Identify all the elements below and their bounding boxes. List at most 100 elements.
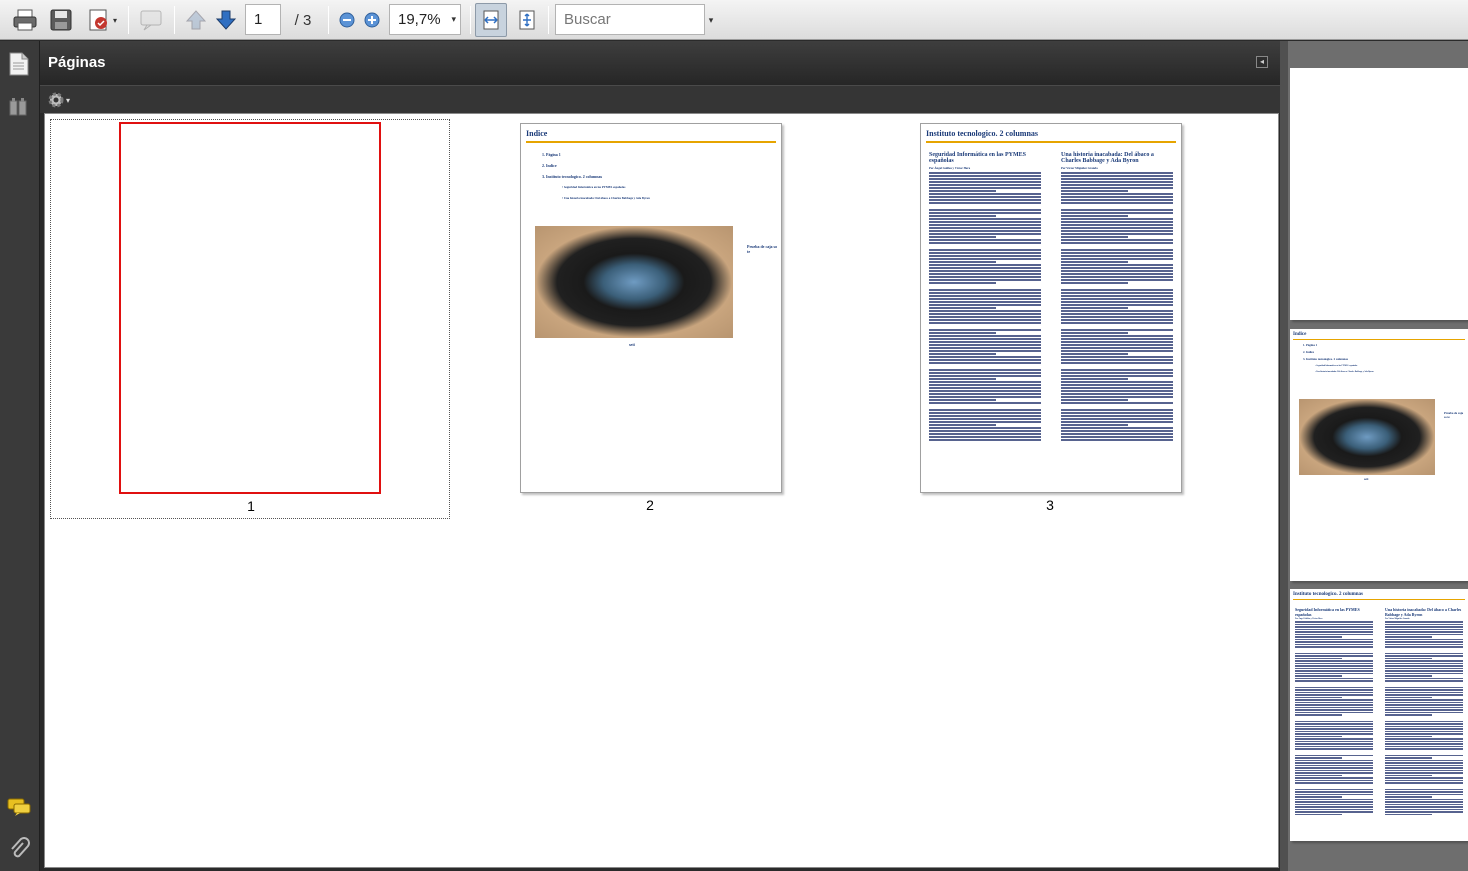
text-line bbox=[1295, 680, 1373, 682]
text-line bbox=[1061, 375, 1173, 377]
text-line bbox=[1061, 181, 1173, 183]
collapse-panel-icon: ◂ bbox=[1259, 57, 1264, 66]
collapse-panel-button[interactable]: ◂ bbox=[1256, 56, 1268, 68]
thumbnail-label-2: 2 bbox=[646, 497, 654, 513]
page-thumbnail-2[interactable]: Indice 1. Página 1 2. Indice 3. Institut… bbox=[520, 123, 782, 493]
text-line bbox=[1385, 801, 1463, 803]
document-page-2: Indice 1. Página 1 2. Indice 3. Institut… bbox=[1290, 329, 1468, 581]
pages-panel-button[interactable] bbox=[8, 51, 30, 82]
text-line bbox=[929, 372, 1041, 374]
save-button[interactable] bbox=[46, 6, 76, 34]
text-line bbox=[1295, 788, 1373, 790]
sign-icon bbox=[89, 9, 107, 31]
panel-splitter[interactable] bbox=[1280, 41, 1288, 871]
zoom-out-button[interactable] bbox=[336, 6, 358, 34]
text-line bbox=[1295, 772, 1373, 774]
text-line bbox=[929, 344, 1041, 346]
zoom-input[interactable]: 19,7% ▾ bbox=[389, 4, 461, 35]
page2-side-caption: Prueba de caja so te bbox=[747, 244, 778, 254]
text-line bbox=[1061, 319, 1173, 321]
comment-button[interactable] bbox=[136, 6, 168, 34]
fit-width-button[interactable] bbox=[475, 3, 507, 37]
print-button[interactable] bbox=[10, 6, 40, 34]
pages-icon bbox=[9, 52, 29, 76]
text-line bbox=[1061, 227, 1173, 229]
text-line bbox=[1061, 252, 1173, 254]
options-button[interactable]: ▾ bbox=[47, 91, 70, 109]
sign-button[interactable]: ▾ bbox=[82, 6, 122, 34]
toc-item: 2. Indice bbox=[1303, 350, 1315, 354]
text-line bbox=[1385, 782, 1463, 784]
previous-page-icon bbox=[185, 10, 207, 30]
text-line bbox=[1385, 675, 1432, 677]
text-line bbox=[1385, 709, 1463, 711]
document-view[interactable]: Indice 1. Página 1 2. Indice 3. Institut… bbox=[1288, 41, 1468, 871]
text-line bbox=[1061, 322, 1173, 324]
text-line bbox=[1385, 626, 1463, 628]
text-line bbox=[1385, 743, 1463, 745]
text-line bbox=[929, 362, 1041, 364]
attachments-panel-button[interactable] bbox=[8, 837, 30, 866]
text-line bbox=[1385, 806, 1463, 808]
toolbar-separator bbox=[328, 6, 329, 34]
text-line bbox=[1385, 694, 1463, 696]
text-line bbox=[1295, 743, 1373, 745]
toc-subitem: • Seguridad Informática en las PYMES esp… bbox=[562, 185, 626, 189]
thumbnail-3[interactable]: Instituto tecnologico. 2 columnas Seguri… bbox=[850, 119, 1250, 519]
fit-page-icon bbox=[519, 10, 535, 30]
thumbnail-1[interactable]: 1 bbox=[50, 119, 450, 519]
text-line bbox=[1061, 409, 1173, 411]
text-line bbox=[929, 384, 1041, 386]
text-line bbox=[929, 215, 997, 217]
fit-page-button[interactable] bbox=[512, 6, 542, 34]
text-line bbox=[929, 396, 1041, 398]
text-line bbox=[1295, 723, 1373, 725]
text-line bbox=[1061, 279, 1173, 281]
next-page-button[interactable] bbox=[212, 6, 240, 34]
text-line bbox=[1385, 672, 1463, 674]
page2-photo bbox=[535, 226, 733, 338]
dropdown-icon[interactable]: ▾ bbox=[451, 14, 456, 25]
page-thumbnail-3[interactable]: Instituto tecnologico. 2 columnas Seguri… bbox=[920, 123, 1182, 493]
text-line bbox=[929, 390, 1041, 392]
previous-page-button[interactable] bbox=[182, 6, 210, 34]
page-number-input[interactable]: 1 bbox=[245, 4, 281, 35]
comments-panel-button[interactable] bbox=[7, 797, 31, 822]
text-line bbox=[1385, 636, 1432, 638]
text-line bbox=[929, 436, 1041, 438]
text-line bbox=[1295, 643, 1373, 645]
toolbar-separator bbox=[548, 6, 549, 34]
bookmarks-panel-button[interactable] bbox=[8, 97, 30, 122]
text-line bbox=[929, 279, 1041, 281]
text-line bbox=[1061, 236, 1129, 238]
text-line bbox=[929, 184, 1041, 186]
text-line bbox=[1295, 740, 1373, 742]
text-line bbox=[1385, 670, 1463, 672]
text-line bbox=[1061, 359, 1173, 361]
text-line bbox=[929, 202, 1041, 204]
text-line bbox=[929, 255, 1041, 257]
text-line bbox=[1385, 728, 1463, 730]
text-line bbox=[929, 267, 1041, 269]
text-line bbox=[929, 359, 1041, 361]
text-line bbox=[1385, 757, 1432, 759]
text-line bbox=[1385, 665, 1463, 667]
page-thumbnail-1-selected[interactable] bbox=[119, 122, 381, 494]
options-gear-icon bbox=[48, 92, 64, 108]
search-input[interactable]: Buscar bbox=[555, 4, 705, 35]
text-line bbox=[1295, 813, 1342, 815]
text-line bbox=[1061, 381, 1173, 383]
text-line bbox=[929, 341, 1041, 343]
text-line bbox=[1061, 298, 1173, 300]
zoom-in-button[interactable] bbox=[361, 6, 383, 34]
toolbar-separator bbox=[174, 6, 175, 34]
text-line bbox=[1385, 774, 1432, 776]
search-dropdown[interactable]: ▾ bbox=[705, 6, 717, 34]
text-line bbox=[1061, 399, 1129, 401]
page2-side-caption: Prueba de caja so te bbox=[1444, 411, 1464, 419]
text-line bbox=[1385, 808, 1463, 810]
text-line bbox=[1295, 774, 1342, 776]
thumbnail-2[interactable]: Indice 1. Página 1 2. Indice 3. Institut… bbox=[450, 119, 850, 519]
text-line bbox=[1295, 764, 1373, 766]
text-line bbox=[1295, 667, 1373, 669]
